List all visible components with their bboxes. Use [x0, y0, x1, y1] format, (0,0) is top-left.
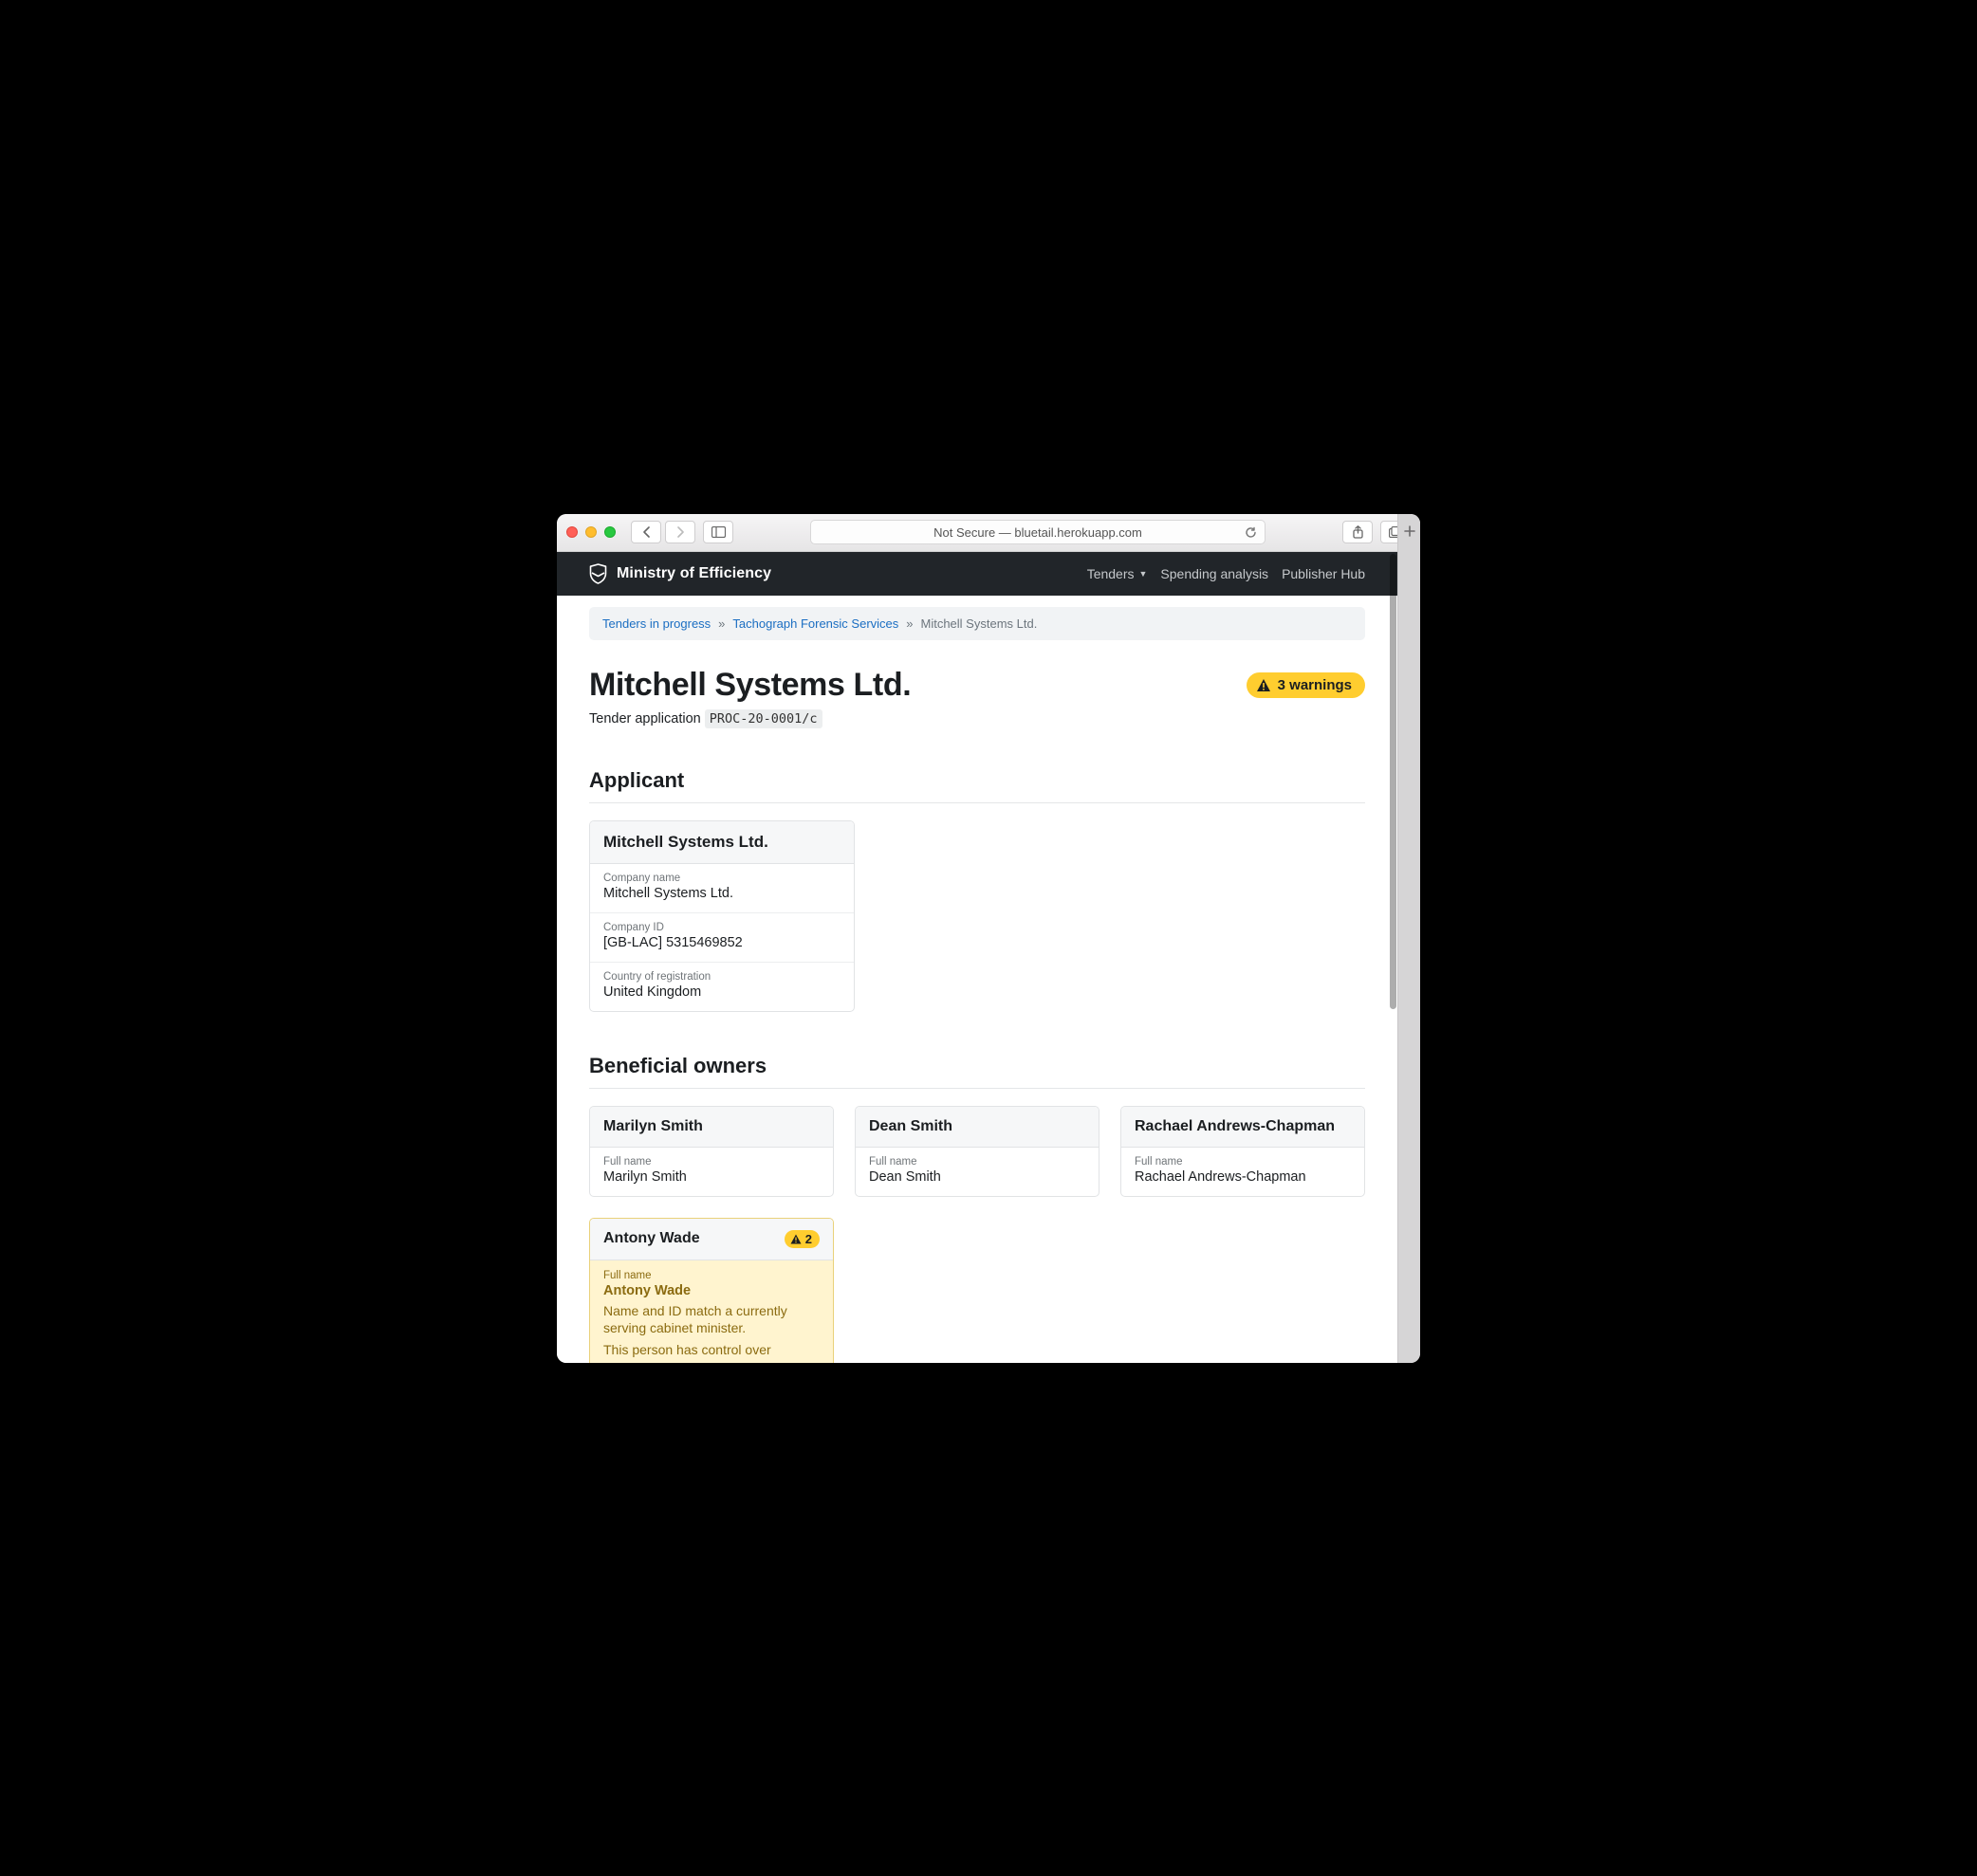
field-label: Full name [603, 1270, 820, 1281]
applicant-country-row: Country of registration United Kingdom [590, 963, 854, 1011]
subtitle-prefix: Tender application [589, 711, 705, 726]
brand-text: Ministry of Efficiency [617, 565, 771, 582]
brand[interactable]: Ministry of Efficiency [589, 563, 771, 584]
new-tab-button[interactable] [1397, 514, 1420, 1363]
field-value: Mitchell Systems Ltd. [603, 886, 841, 901]
owner-card: Dean Smith Full name Dean Smith [855, 1106, 1099, 1197]
tender-code: PROC-20-0001/c [705, 709, 822, 728]
applicant-company-id-row: Company ID [GB-LAC] 5315469852 [590, 913, 854, 963]
owner-card-header: Antony Wade 2 [590, 1219, 833, 1260]
share-button[interactable] [1342, 521, 1373, 543]
nav-spending-analysis[interactable]: Spending analysis [1160, 566, 1268, 581]
vertical-scrollbar-thumb[interactable] [1390, 554, 1396, 1009]
reload-icon[interactable] [1245, 526, 1257, 539]
warning-icon [790, 1234, 802, 1244]
owner-card-header: Rachael Andrews-Chapman [1121, 1107, 1364, 1148]
owner-card: Marilyn Smith Full name Marilyn Smith [589, 1106, 834, 1197]
field-value: United Kingdom [603, 984, 841, 1000]
field-label: Country of registration [603, 971, 841, 983]
chevron-down-icon: ▼ [1139, 569, 1148, 579]
warnings-badge[interactable]: 3 warnings [1247, 672, 1365, 698]
owner-name: Antony Wade [603, 1230, 700, 1247]
owner-card-header: Marilyn Smith [590, 1107, 833, 1148]
field-label: Full name [1135, 1156, 1351, 1168]
section-applicant-heading: Applicant [589, 768, 1365, 803]
breadcrumb-separator: » [718, 616, 725, 631]
owner-fullname-row: Full name Marilyn Smith [590, 1148, 833, 1196]
field-value: Dean Smith [869, 1169, 1085, 1185]
nav-tenders[interactable]: Tenders ▼ [1087, 566, 1148, 581]
field-value: Antony Wade [603, 1283, 820, 1298]
owner-fullname-row: Full name Rachael Andrews-Chapman [1121, 1148, 1364, 1196]
breadcrumb-separator: » [906, 616, 913, 631]
breadcrumb-tachograph-forensic-services[interactable]: Tachograph Forensic Services [732, 616, 898, 631]
breadcrumb-current: Mitchell Systems Ltd. [921, 616, 1038, 631]
sidebar-toggle-button[interactable] [703, 521, 733, 543]
field-label: Company ID [603, 922, 841, 933]
owner-card: Rachael Andrews-Chapman Full name Rachae… [1120, 1106, 1365, 1197]
shield-icon [589, 563, 607, 584]
owner-warning-body: Full name Antony Wade Name and ID match … [590, 1260, 833, 1363]
address-text: Not Secure — bluetail.herokuapp.com [933, 525, 1142, 540]
field-label: Company name [603, 873, 841, 884]
applicant-company-name-row: Company name Mitchell Systems Ltd. [590, 864, 854, 913]
app-header: Ministry of Efficiency Tenders ▼ Spendin… [557, 552, 1397, 596]
field-value: [GB-LAC] 5315469852 [603, 935, 841, 950]
applicant-card-header: Mitchell Systems Ltd. [590, 821, 854, 864]
owners-grid: Marilyn Smith Full name Marilyn Smith De… [589, 1106, 1365, 1197]
nav-back-button[interactable] [631, 521, 661, 543]
page-title: Mitchell Systems Ltd. [589, 667, 911, 704]
warning-message: Name and ID match a currently serving ca… [603, 1302, 820, 1338]
section-owners-heading: Beneficial owners [589, 1054, 1365, 1089]
browser-window: Not Secure — bluetail.herokuapp.com [557, 514, 1420, 1363]
owner-card-header: Dean Smith [856, 1107, 1099, 1148]
nav-forward-button[interactable] [665, 521, 695, 543]
nav-tenders-label: Tenders [1087, 566, 1135, 581]
field-value: Rachael Andrews-Chapman [1135, 1169, 1351, 1185]
window-minimize-button[interactable] [585, 526, 597, 538]
owner-warning-badge[interactable]: 2 [785, 1230, 820, 1248]
field-label: Full name [869, 1156, 1085, 1168]
owner-card-flagged: Antony Wade 2 Full name Antony Wade [589, 1218, 834, 1363]
browser-toolbar: Not Secure — bluetail.herokuapp.com [557, 514, 1420, 552]
owner-warning-count: 2 [805, 1232, 812, 1246]
page-subtitle: Tender application PROC-20-0001/c [589, 711, 1365, 726]
warning-icon [1256, 678, 1271, 692]
window-controls [566, 526, 616, 538]
field-value: Marilyn Smith [603, 1169, 820, 1185]
field-label: Full name [603, 1156, 820, 1168]
window-close-button[interactable] [566, 526, 578, 538]
owner-fullname-row: Full name Dean Smith [856, 1148, 1099, 1196]
window-zoom-button[interactable] [604, 526, 616, 538]
breadcrumb-tenders-in-progress[interactable]: Tenders in progress [602, 616, 711, 631]
breadcrumb: Tenders in progress » Tachograph Forensi… [589, 607, 1365, 640]
top-nav: Tenders ▼ Spending analysis Publisher Hu… [1087, 566, 1365, 581]
warning-message: This person has control over multiple ap… [603, 1341, 820, 1362]
warnings-badge-text: 3 warnings [1278, 677, 1352, 693]
nav-publisher-hub[interactable]: Publisher Hub [1282, 566, 1365, 581]
applicant-card: Mitchell Systems Ltd. Company name Mitch… [589, 820, 855, 1012]
page-viewport: Ministry of Efficiency Tenders ▼ Spendin… [557, 552, 1397, 1363]
address-bar[interactable]: Not Secure — bluetail.herokuapp.com [810, 520, 1266, 544]
